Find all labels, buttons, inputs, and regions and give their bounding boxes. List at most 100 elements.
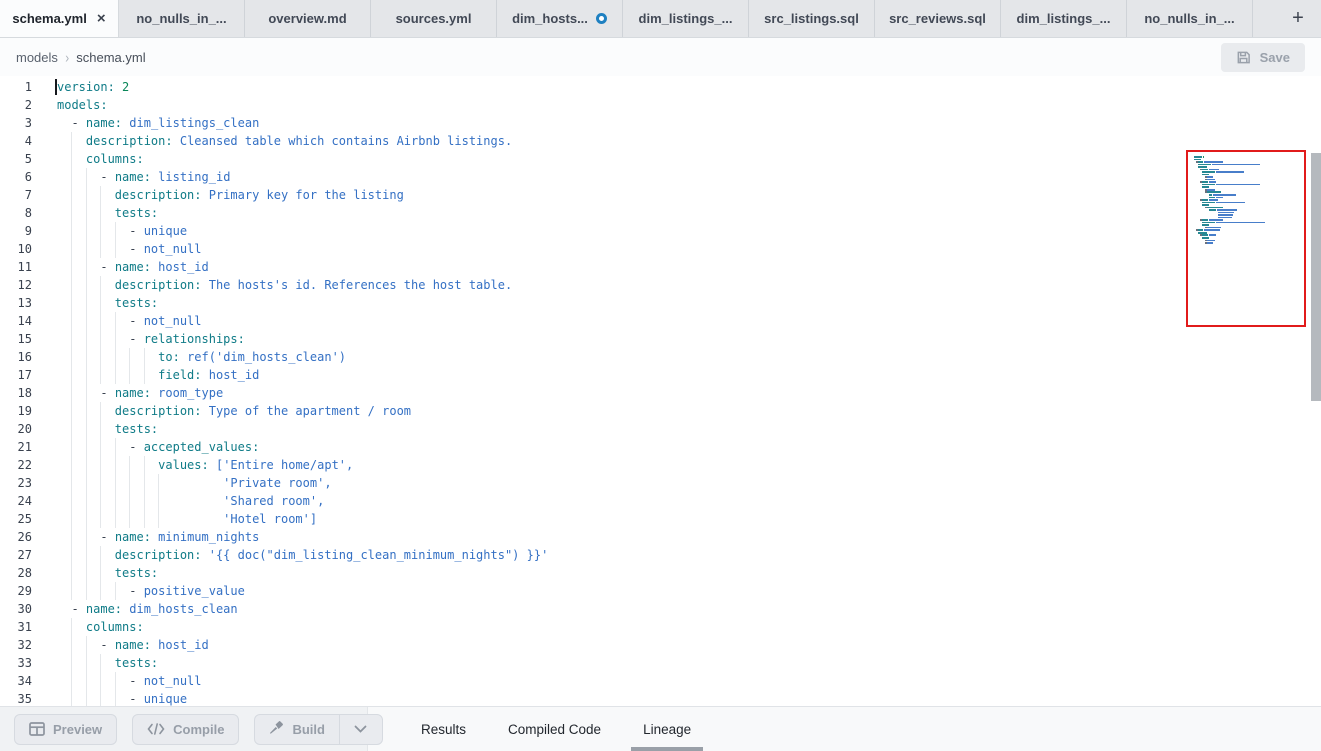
code-line[interactable]: 10 - not_null — [0, 240, 1321, 258]
indent-guide — [100, 204, 101, 222]
line-number[interactable]: 18 — [0, 384, 32, 402]
code-line[interactable]: 21 - accepted_values: — [0, 438, 1321, 456]
code-line[interactable]: 27 description: '{{ doc("dim_listing_cle… — [0, 546, 1321, 564]
line-number[interactable]: 3 — [0, 114, 32, 132]
line-number[interactable]: 15 — [0, 330, 32, 348]
line-number[interactable]: 13 — [0, 294, 32, 312]
code-line[interactable]: 14 - not_null — [0, 312, 1321, 330]
code-line[interactable]: 20 tests: — [0, 420, 1321, 438]
line-number[interactable]: 22 — [0, 456, 32, 474]
line-number[interactable]: 26 — [0, 528, 32, 546]
line-number[interactable]: 7 — [0, 186, 32, 204]
tab-compiled-code[interactable]: Compiled Code — [487, 707, 622, 751]
code-line[interactable]: 35 - unique — [0, 690, 1321, 706]
line-number[interactable]: 9 — [0, 222, 32, 240]
code-line[interactable]: 5 columns: — [0, 150, 1321, 168]
line-number[interactable]: 28 — [0, 564, 32, 582]
tab-results[interactable]: Results — [400, 707, 487, 751]
code-line[interactable]: 33 tests: — [0, 654, 1321, 672]
code-line[interactable]: 2models: — [0, 96, 1321, 114]
line-number[interactable]: 12 — [0, 276, 32, 294]
tab-dim-listings[interactable]: dim_listings_... — [1001, 0, 1127, 37]
code-line[interactable]: 16 to: ref('dim_hosts_clean') — [0, 348, 1321, 366]
code-line[interactable]: 7 description: Primary key for the listi… — [0, 186, 1321, 204]
code-line[interactable]: 32 - name: host_id — [0, 636, 1321, 654]
line-number[interactable]: 1 — [0, 78, 32, 96]
code-line[interactable]: 15 - relationships: — [0, 330, 1321, 348]
tab-sources-yml[interactable]: sources.yml — [371, 0, 497, 37]
tab-src-listings-sql[interactable]: src_listings.sql — [749, 0, 875, 37]
code-line[interactable]: 12 description: The hosts's id. Referenc… — [0, 276, 1321, 294]
code-line[interactable]: 13 tests: — [0, 294, 1321, 312]
line-number[interactable]: 5 — [0, 150, 32, 168]
line-number[interactable]: 21 — [0, 438, 32, 456]
close-icon[interactable]: × — [97, 11, 106, 26]
line-number[interactable]: 2 — [0, 96, 32, 114]
code-line[interactable]: 11 - name: host_id — [0, 258, 1321, 276]
code-line[interactable]: 19 description: Type of the apartment / … — [0, 402, 1321, 420]
build-button[interactable]: Build — [255, 715, 339, 744]
code-token: - — [129, 584, 143, 598]
line-number[interactable]: 11 — [0, 258, 32, 276]
code-line[interactable]: 34 - not_null — [0, 672, 1321, 690]
minimap[interactable] — [1186, 150, 1306, 327]
line-number[interactable]: 23 — [0, 474, 32, 492]
code-token: - — [129, 224, 143, 238]
breadcrumb: models › schema.yml — [16, 50, 146, 65]
code-line[interactable]: 6 - name: listing_id — [0, 168, 1321, 186]
line-number[interactable]: 35 — [0, 690, 32, 706]
tab-schema-yml[interactable]: schema.yml× — [0, 0, 119, 37]
line-text: - name: host_id — [57, 258, 209, 276]
line-number[interactable]: 32 — [0, 636, 32, 654]
code-line[interactable]: 25 'Hotel room'] — [0, 510, 1321, 528]
code-line[interactable]: 28 tests: — [0, 564, 1321, 582]
compile-button[interactable]: Compile — [132, 714, 239, 745]
code-line[interactable]: 31 columns: — [0, 618, 1321, 636]
line-number[interactable]: 6 — [0, 168, 32, 186]
code-editor[interactable]: 1version: 22models:3 - name: dim_listing… — [0, 76, 1321, 706]
line-number[interactable]: 10 — [0, 240, 32, 258]
tab-dim-listings[interactable]: dim_listings_... — [623, 0, 749, 37]
preview-button[interactable]: Preview — [14, 714, 117, 745]
code-line[interactable]: 1version: 2 — [0, 78, 1321, 96]
code-line[interactable]: 29 - positive_value — [0, 582, 1321, 600]
line-number[interactable]: 31 — [0, 618, 32, 636]
vertical-scrollbar[interactable] — [1311, 153, 1321, 401]
tab-no-nulls-in[interactable]: no_nulls_in_... — [119, 0, 245, 37]
minimap-line — [1194, 227, 1304, 229]
code-line[interactable]: 9 - unique — [0, 222, 1321, 240]
new-tab-button[interactable]: + — [1275, 0, 1321, 37]
code-line[interactable]: 30 - name: dim_hosts_clean — [0, 600, 1321, 618]
line-number[interactable]: 20 — [0, 420, 32, 438]
build-dropdown-button[interactable] — [340, 715, 382, 744]
code-line[interactable]: 3 - name: dim_listings_clean — [0, 114, 1321, 132]
tab-src-reviews-sql[interactable]: src_reviews.sql — [875, 0, 1001, 37]
code-line[interactable]: 8 tests: — [0, 204, 1321, 222]
line-number[interactable]: 27 — [0, 546, 32, 564]
line-number[interactable]: 30 — [0, 600, 32, 618]
line-number[interactable]: 24 — [0, 492, 32, 510]
tab-no-nulls-in[interactable]: no_nulls_in_... — [1127, 0, 1253, 37]
code-line[interactable]: 22 values: ['Entire home/apt', — [0, 456, 1321, 474]
line-number[interactable]: 8 — [0, 204, 32, 222]
save-button[interactable]: Save — [1221, 43, 1305, 72]
code-line[interactable]: 4 description: Cleansed table which cont… — [0, 132, 1321, 150]
tab-dim-hosts[interactable]: dim_hosts... — [497, 0, 623, 37]
line-number[interactable]: 14 — [0, 312, 32, 330]
code-line[interactable]: 18 - name: room_type — [0, 384, 1321, 402]
code-line[interactable]: 17 field: host_id — [0, 366, 1321, 384]
line-number[interactable]: 4 — [0, 132, 32, 150]
line-number[interactable]: 25 — [0, 510, 32, 528]
code-line[interactable]: 23 'Private room', — [0, 474, 1321, 492]
line-number[interactable]: 29 — [0, 582, 32, 600]
line-number[interactable]: 33 — [0, 654, 32, 672]
minimap-line — [1194, 222, 1304, 224]
code-line[interactable]: 24 'Shared room', — [0, 492, 1321, 510]
code-line[interactable]: 26 - name: minimum_nights — [0, 528, 1321, 546]
line-number[interactable]: 16 — [0, 348, 32, 366]
tab-lineage[interactable]: Lineage — [622, 707, 712, 751]
line-number[interactable]: 34 — [0, 672, 32, 690]
line-number[interactable]: 17 — [0, 366, 32, 384]
tab-overview-md[interactable]: overview.md — [245, 0, 371, 37]
line-number[interactable]: 19 — [0, 402, 32, 420]
